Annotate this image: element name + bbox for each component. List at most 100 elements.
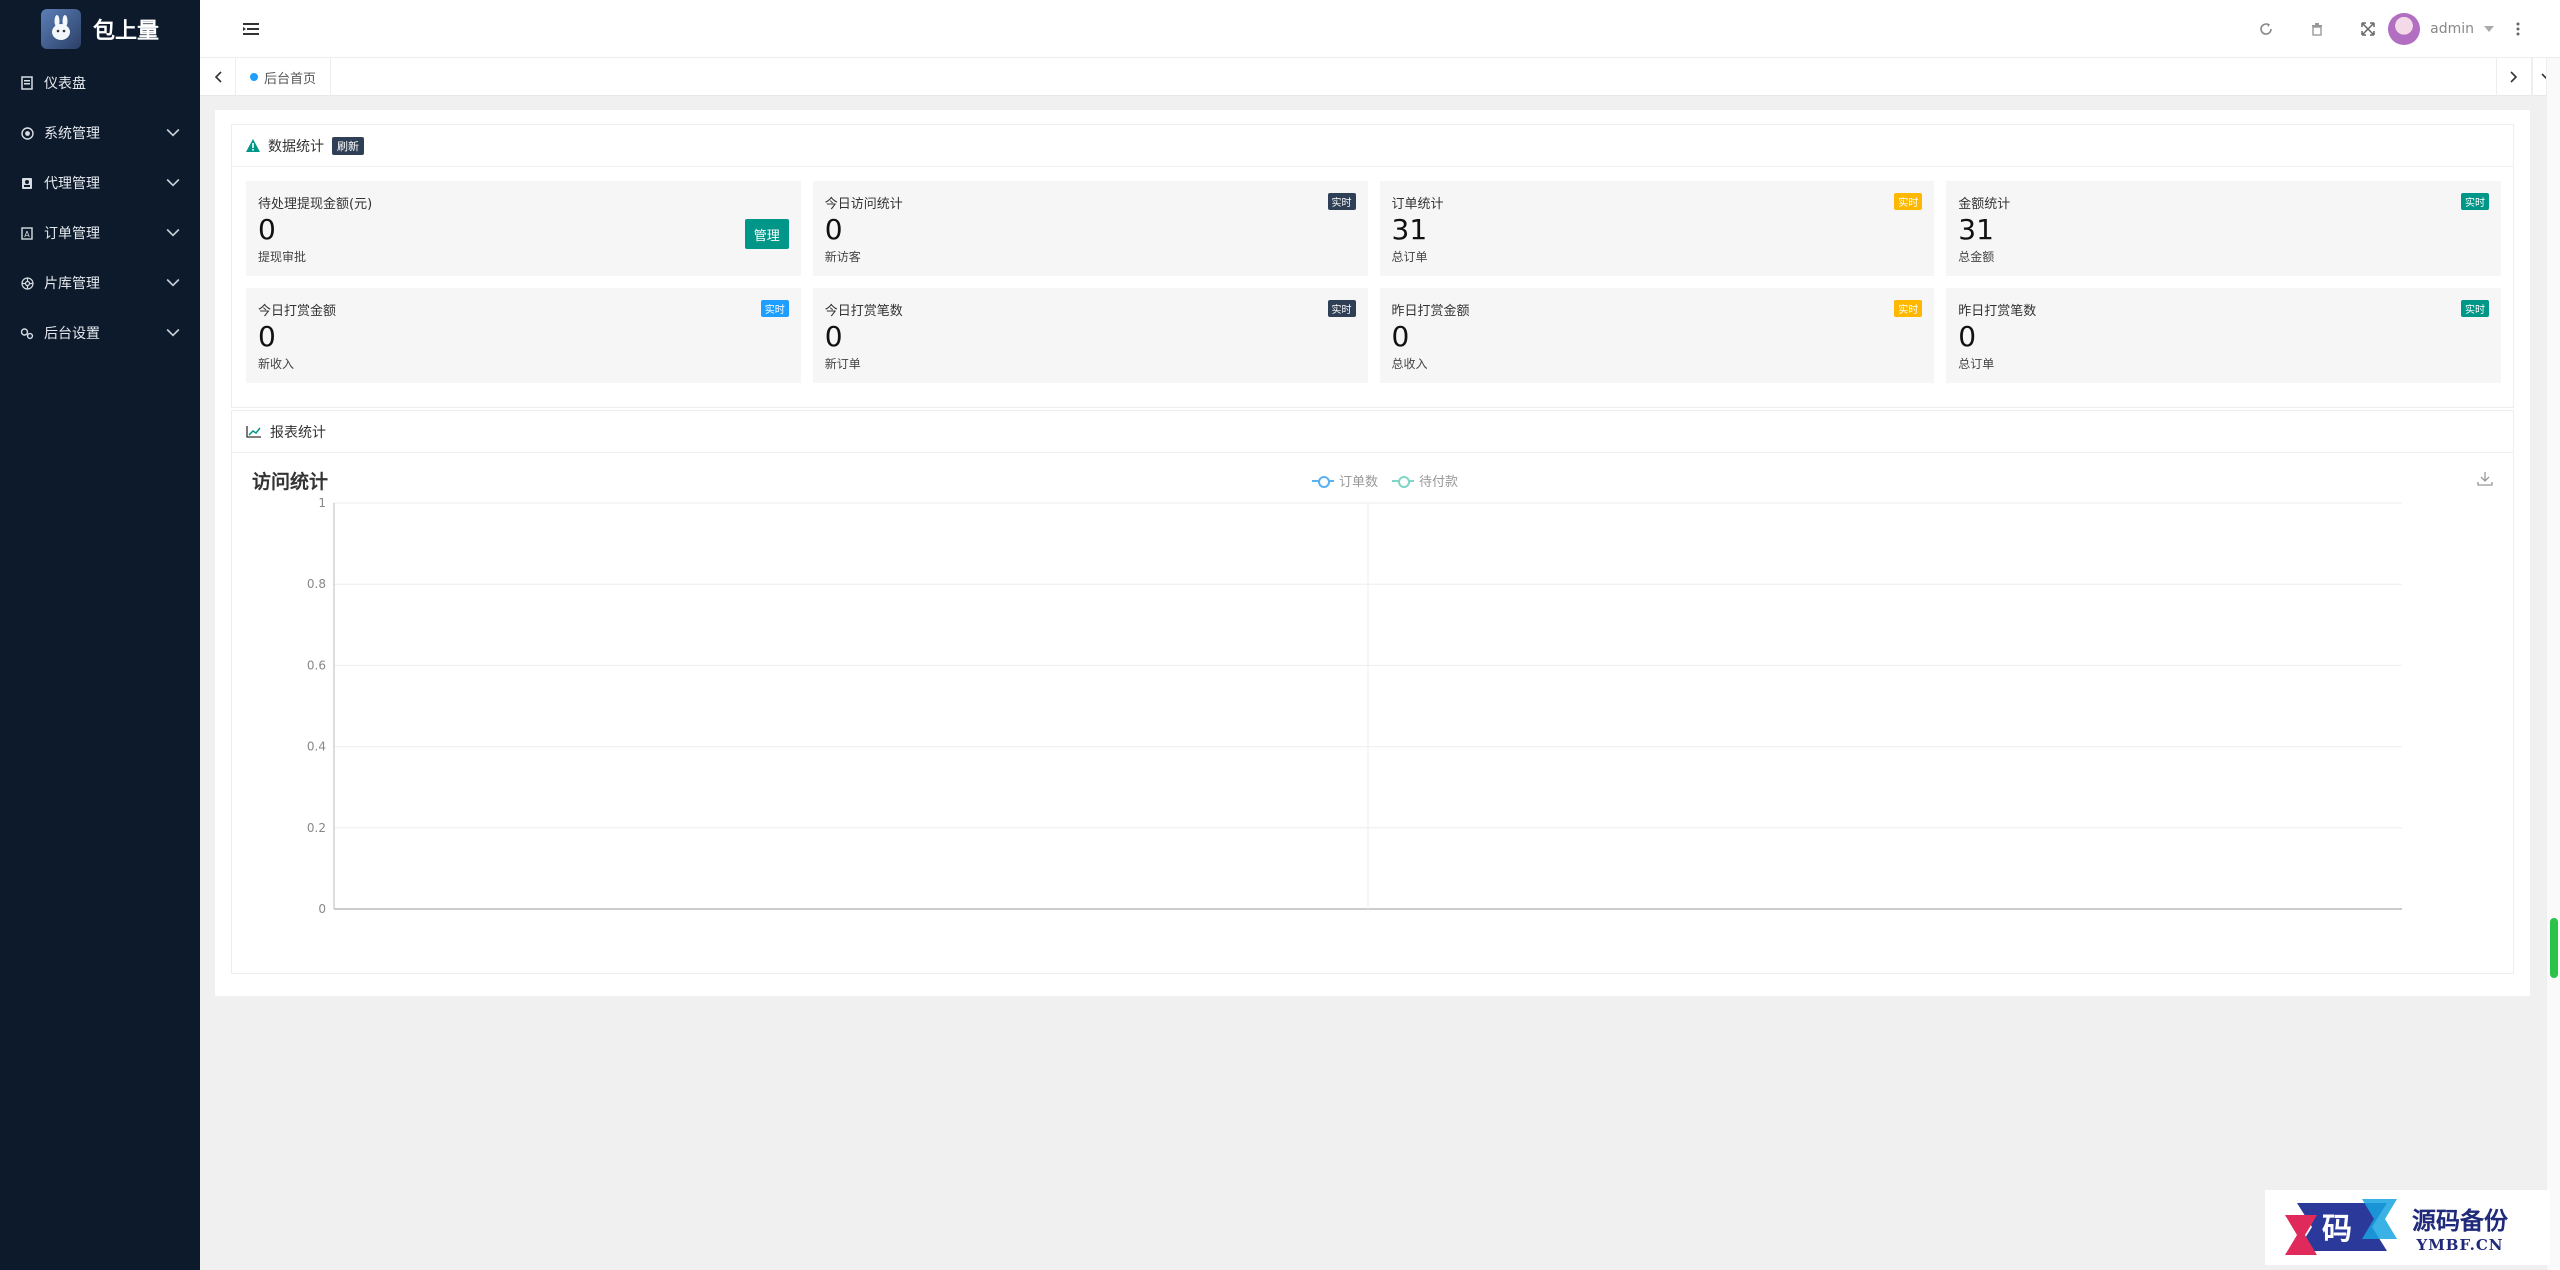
tab-prev-icon[interactable] (200, 58, 236, 96)
more-vertical-icon[interactable] (2516, 22, 2520, 36)
tab-home-label: 后台首页 (264, 71, 317, 87)
app-logo[interactable]: 包上量 (0, 0, 200, 58)
chevron-down-icon (166, 176, 180, 190)
logo-image (40, 9, 81, 49)
stat-title: 今日打赏金额 (258, 304, 337, 319)
legend-line-icon (1392, 475, 1415, 488)
stat-title: 今日打赏笔数 (824, 304, 903, 319)
stat-grid: 待处理提现金额(元) 0 提现审批 管理 今日访问统计 0 新访客 实时 订单统计 31 总订单 实时… (246, 181, 2501, 383)
stat-title: 金额统计 (1958, 197, 2011, 212)
stats-card: 数据统计 刷新 待处理提现金额(元) 0 提现审批 管理 今日访问统计 0 新访客 实时 订单统… (231, 124, 2514, 408)
library-icon (20, 276, 34, 290)
vertical-scrollbar[interactable] (2546, 58, 2560, 1270)
scrollbar-thumb[interactable] (2550, 918, 2558, 978)
caret-down-icon (2484, 26, 2494, 32)
chevron-down-icon (166, 126, 180, 140)
sidebar-item-label: 后台设置 (44, 326, 100, 342)
stats-card-title: 数据统计 (268, 138, 324, 155)
stat-subtitle: 新收入 (258, 357, 295, 371)
menu-toggle-icon[interactable] (240, 18, 262, 40)
tab-bar: 后台首页 (200, 58, 2560, 96)
stat-card: 待处理提现金额(元) 0 提现审批 管理 (246, 181, 801, 276)
y-tick-label: 0 (318, 902, 326, 916)
sidebar-item-4[interactable]: 片库管理 (0, 258, 200, 308)
stat-card: 昨日打赏金额 0 总收入 实时 (1379, 288, 1935, 383)
manage-button[interactable]: 管理 (744, 219, 789, 249)
y-tick-label: 0.2 (307, 821, 326, 835)
report-card-header: 报表统计 (232, 411, 2513, 453)
sidebar-item-label: 仪表盘 (44, 76, 86, 92)
tab-next-icon[interactable] (2496, 58, 2532, 96)
watermark-text: 源码备份 YMBF.CN (2412, 1201, 2508, 1254)
sidebar-item-label: 订单管理 (44, 226, 100, 242)
stat-value: 31 (1958, 213, 1994, 246)
stat-value: 0 (258, 320, 276, 353)
stat-card: 金额统计 31 总金额 实时 (1946, 181, 2501, 276)
stat-title: 订单统计 (1391, 197, 1444, 212)
stats-card-header: 数据统计 刷新 (232, 125, 2513, 167)
fullscreen-icon[interactable] (2357, 18, 2379, 40)
y-tick-label: 0.4 (307, 740, 326, 754)
report-card: 报表统计 访问统计 订单数 待付款 0 0.2 0.4 0.6 0.8 1 (231, 410, 2514, 974)
watermark-main: 源码备份 (2412, 1206, 2508, 1235)
user-menu[interactable]: admin (2388, 13, 2520, 45)
user-name: admin (2430, 21, 2474, 37)
legend-item[interactable]: 待付款 (1392, 471, 1458, 490)
y-tick-label: 0.8 (307, 577, 326, 591)
sidebar-item-5[interactable]: 后台设置 (0, 308, 200, 358)
watermark-logo-char: 码 (2322, 1212, 2352, 1247)
realtime-badge: 实时 (1327, 193, 1356, 210)
dashboard-icon (20, 76, 34, 90)
tab-home[interactable]: 后台首页 (236, 58, 332, 96)
watermark-logo: 码 (2285, 1199, 2397, 1255)
realtime-badge: 实时 (1894, 193, 1923, 210)
stat-subtitle: 总订单 (1391, 250, 1428, 264)
top-header: admin (200, 0, 2560, 58)
sidebar: 包上量 仪表盘系统管理代理管理 A 订单管理片库管理后台设置 (0, 0, 200, 1270)
refresh-icon[interactable] (2255, 18, 2277, 40)
chart-title: 访问统计 (252, 471, 329, 493)
stat-value: 31 (1391, 213, 1428, 246)
order-icon: A (20, 226, 34, 240)
stat-title: 今日访问统计 (824, 197, 903, 212)
stat-card: 今日访问统计 0 新访客 实时 (812, 181, 1368, 276)
line-chart-icon (246, 425, 261, 438)
realtime-badge: 实时 (760, 300, 789, 317)
realtime-badge: 实时 (1327, 300, 1356, 317)
sidebar-item-1[interactable]: 系统管理 (0, 108, 200, 158)
sidebar-menu: 仪表盘系统管理代理管理 A 订单管理片库管理后台设置 (0, 58, 200, 358)
sidebar-item-label: 系统管理 (44, 126, 100, 142)
stat-subtitle: 总订单 (1958, 357, 1995, 371)
stat-title: 昨日打赏笔数 (1958, 304, 2037, 319)
legend-item[interactable]: 订单数 (1312, 471, 1378, 490)
stat-value: 0 (824, 213, 843, 246)
legend-label: 待付款 (1419, 475, 1459, 490)
watermark-sub: YMBF.CN (2416, 1236, 2504, 1254)
realtime-badge: 实时 (2461, 300, 2489, 317)
trash-icon[interactable] (2306, 18, 2328, 40)
realtime-badge: 实时 (2461, 193, 2489, 210)
system-icon (20, 126, 34, 140)
stat-card: 昨日打赏笔数 0 总订单 实时 (1946, 288, 2501, 383)
settings-icon (20, 326, 34, 340)
stat-card: 今日打赏金额 0 新收入 实时 (246, 288, 801, 383)
watermark: 码 源码备份 YMBF.CN (2265, 1190, 2550, 1265)
stat-subtitle: 新访客 (824, 250, 861, 264)
stat-title: 昨日打赏金额 (1391, 304, 1470, 319)
refresh-badge[interactable]: 刷新 (332, 136, 364, 155)
visit-chart: 0 0.2 0.4 0.6 0.8 1 (307, 496, 2402, 916)
stat-subtitle: 总金额 (1958, 250, 1995, 264)
active-dot (250, 73, 258, 81)
sidebar-item-3[interactable]: A 订单管理 (0, 208, 200, 258)
sidebar-item-2[interactable]: 代理管理 (0, 158, 200, 208)
chart-legend: 订单数 待付款 (1312, 471, 1458, 490)
stat-title: 待处理提现金额(元) (258, 197, 373, 212)
sidebar-item-label: 片库管理 (44, 276, 100, 292)
chevron-down-icon (166, 276, 180, 290)
legend-line-icon (1312, 475, 1334, 488)
chevron-down-icon (166, 326, 180, 340)
download-icon[interactable] (2477, 471, 2495, 489)
realtime-badge: 实时 (1894, 300, 1923, 317)
avatar (2388, 13, 2421, 45)
sidebar-item-0[interactable]: 仪表盘 (0, 58, 200, 108)
